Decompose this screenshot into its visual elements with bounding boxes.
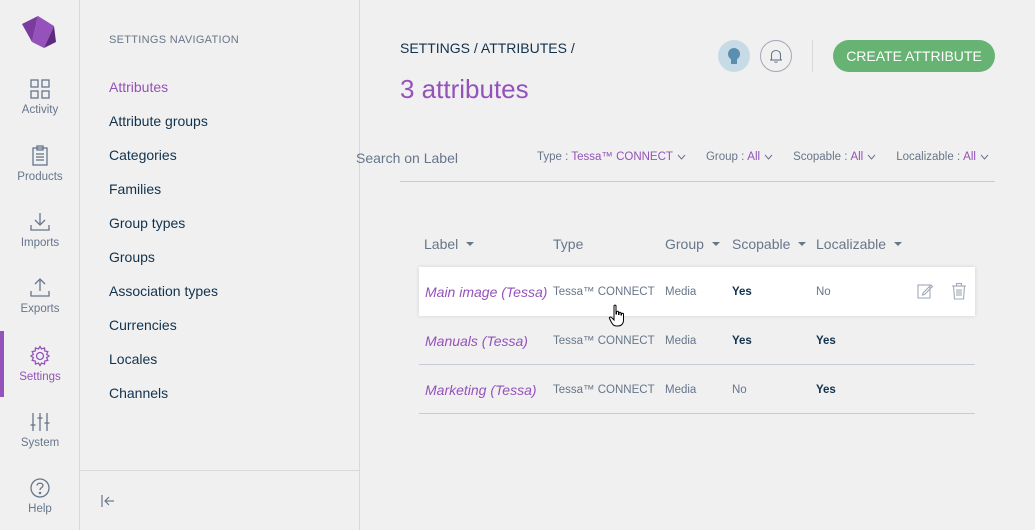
column-header-type-text: Type (553, 236, 584, 252)
row-label[interactable]: Marketing (Tessa) (425, 365, 537, 414)
nav-exports-label: Exports (20, 303, 60, 315)
filter-group-label: Group : (705, 151, 745, 163)
filter-bar: Type : Tessa™ CONNECT Group : All Scopab… (537, 151, 1009, 163)
settings-navigation-panel: SETTINGS NAVIGATION Attributes Attribute… (80, 0, 360, 530)
filter-scopable-label: Scopable : (793, 151, 848, 163)
filter-localizable[interactable]: Localizable : All (896, 151, 989, 163)
nav-activity[interactable]: Activity (0, 64, 80, 130)
chevron-down-icon (677, 154, 686, 160)
settings-link-families[interactable]: Families (109, 181, 161, 197)
chevron-down-icon (980, 154, 989, 160)
clipboard-icon (32, 145, 48, 166)
row-localizable: Yes (816, 383, 836, 396)
column-header-localizable[interactable]: Localizable (816, 236, 903, 252)
settings-link-group-types[interactable]: Group types (109, 215, 185, 231)
trash-icon[interactable] (950, 282, 968, 300)
filter-scopable[interactable]: Scopable : All (793, 151, 876, 163)
activity-icon (30, 79, 50, 99)
row-localizable: Yes (816, 334, 836, 347)
avatar[interactable] (718, 40, 750, 72)
column-header-label-text: Label (424, 236, 459, 252)
sliders-icon (30, 413, 50, 431)
sort-caret-icon (466, 242, 475, 246)
row-scopable: No (732, 383, 747, 396)
settings-navigation-title: SETTINGS NAVIGATION (109, 34, 239, 46)
settings-link-association-types[interactable]: Association types (109, 283, 218, 299)
column-header-group[interactable]: Group (665, 236, 720, 252)
row-scopable: Yes (732, 285, 752, 298)
filter-type[interactable]: Type : Tessa™ CONNECT (537, 151, 686, 163)
filters-divider (400, 181, 995, 182)
column-header-label[interactable]: Label (424, 236, 475, 252)
main-navigation: Activity Products Imports Exports Settin… (0, 0, 80, 530)
settings-link-attributes[interactable]: Attributes (109, 79, 168, 95)
nav-settings[interactable]: Settings (0, 331, 80, 397)
import-icon (30, 213, 50, 231)
akeneo-logo-icon[interactable] (20, 14, 58, 50)
chevron-down-icon (764, 154, 773, 160)
settings-link-locales[interactable]: Locales (109, 351, 157, 367)
settings-panel-footer (80, 470, 359, 530)
breadcrumb[interactable]: SETTINGS / ATTRIBUTES / (400, 40, 575, 56)
export-icon (30, 278, 50, 297)
sort-caret-icon (894, 242, 903, 246)
nav-system[interactable]: System (0, 397, 80, 463)
row-type: Tessa™ CONNECT (553, 285, 655, 298)
nav-help[interactable]: Help (0, 463, 80, 529)
settings-link-categories[interactable]: Categories (109, 147, 177, 163)
help-icon (30, 478, 50, 498)
collapse-panel-icon[interactable] (100, 493, 116, 509)
filter-type-value: Tessa™ CONNECT (571, 151, 673, 163)
row-scopable: Yes (732, 334, 752, 347)
edit-icon[interactable] (916, 282, 934, 300)
create-attribute-button[interactable]: CREATE ATTRIBUTE (833, 40, 995, 72)
sort-caret-icon (798, 242, 807, 246)
settings-link-channels[interactable]: Channels (109, 385, 168, 401)
table-row[interactable]: Manuals (Tessa) Tessa™ CONNECT Media Yes… (419, 316, 975, 365)
gear-icon (29, 345, 51, 367)
nav-imports-label: Imports (20, 237, 60, 249)
header-divider (812, 40, 813, 72)
filter-localizable-value: All (963, 151, 976, 163)
sort-caret-icon (711, 242, 720, 246)
row-localizable: No (816, 285, 831, 298)
filter-localizable-label: Localizable : (896, 151, 961, 163)
row-group: Media (665, 334, 697, 347)
table-row[interactable]: Marketing (Tessa) Tessa™ CONNECT Media N… (419, 365, 975, 414)
nav-products-label: Products (17, 171, 63, 183)
page-title: 3 attributes (400, 74, 529, 104)
row-group: Media (665, 285, 697, 298)
column-header-scopable-text: Scopable (732, 236, 791, 252)
row-label[interactable]: Main image (Tessa) (425, 267, 547, 316)
nav-exports[interactable]: Exports (0, 263, 80, 329)
column-header-scopable[interactable]: Scopable (732, 236, 807, 252)
settings-link-attribute-groups[interactable]: Attribute groups (109, 113, 208, 129)
row-type: Tessa™ CONNECT (553, 334, 655, 347)
user-avatar-icon (728, 48, 740, 64)
filter-group-value: All (747, 151, 761, 163)
table-row[interactable]: Main image (Tessa) Tessa™ CONNECT Media … (419, 267, 975, 316)
row-label[interactable]: Manuals (Tessa) (425, 316, 528, 365)
filter-type-label: Type : (537, 151, 569, 163)
chevron-down-icon (867, 154, 876, 160)
row-group: Media (665, 383, 697, 396)
nav-help-label: Help (28, 503, 52, 515)
column-header-localizable-text: Localizable (816, 236, 887, 252)
filter-group[interactable]: Group : All (706, 151, 773, 163)
nav-system-label: System (20, 437, 60, 449)
nav-settings-label: Settings (19, 371, 61, 383)
filter-scopable-value: All (850, 151, 864, 163)
bell-icon (770, 49, 782, 63)
nav-activity-label: Activity (21, 104, 59, 116)
settings-link-groups[interactable]: Groups (109, 249, 155, 265)
nav-products[interactable]: Products (0, 131, 80, 197)
search-input[interactable]: Search on Label (356, 150, 458, 166)
row-type: Tessa™ CONNECT (553, 383, 655, 396)
column-header-type: Type (553, 236, 583, 252)
column-header-group-text: Group (665, 236, 704, 252)
hand-cursor-icon (608, 304, 624, 327)
notifications-button[interactable] (760, 40, 792, 72)
nav-imports[interactable]: Imports (0, 197, 80, 263)
settings-link-currencies[interactable]: Currencies (109, 317, 177, 333)
